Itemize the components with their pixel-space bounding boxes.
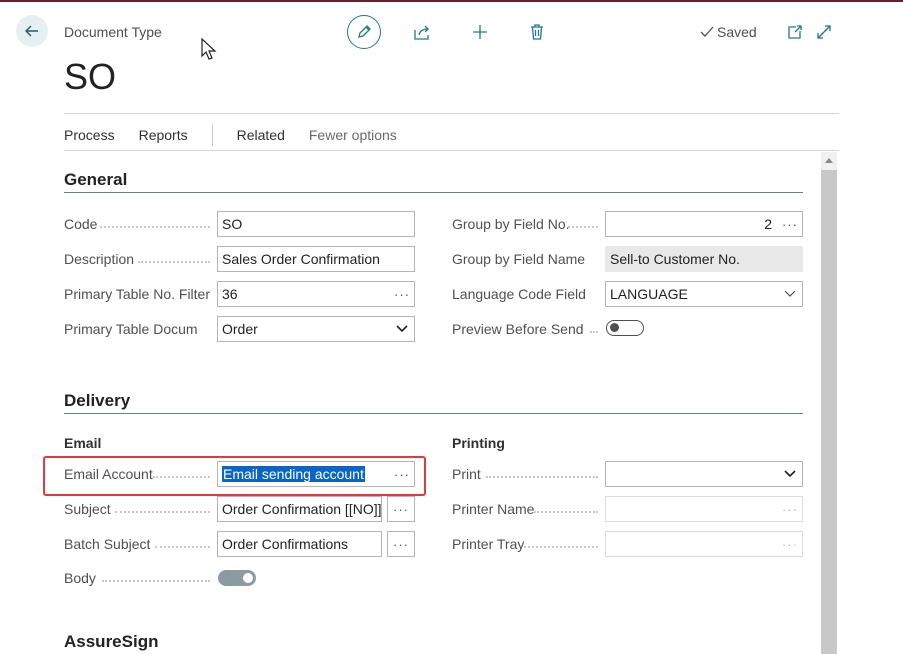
group-field-no-label: Group by Field No. (452, 216, 570, 232)
chevron-down-icon (778, 290, 802, 298)
printer-tray-label: Printer Tray (452, 536, 525, 552)
action-process[interactable]: Process (64, 127, 115, 143)
edit-button[interactable] (347, 15, 381, 49)
subject-leader (115, 510, 210, 513)
batch-subject-value: Order Confirmations (222, 536, 349, 552)
action-bar: Process Reports Related Fewer options (64, 124, 421, 146)
preview-leader (590, 330, 598, 333)
subject-assist-button[interactable]: ··· (387, 496, 415, 522)
preview-before-sending-toggle[interactable] (606, 320, 644, 336)
action-fewer-options[interactable]: Fewer options (309, 127, 397, 143)
code-field[interactable]: SO (217, 211, 415, 237)
action-bar-divider (64, 150, 839, 151)
section-assuresign-title[interactable]: AssureSign (64, 632, 158, 652)
new-button[interactable] (469, 21, 491, 43)
subject-value: Order Confirmation [[NO]] (222, 501, 381, 517)
caret-up-icon (825, 158, 833, 163)
batch-subject-field[interactable]: Order Confirmations (217, 531, 382, 557)
section-delivery-title[interactable]: Delivery (64, 391, 130, 411)
printer-tray-lookup-button[interactable]: ··· (778, 537, 802, 552)
code-leader (100, 225, 210, 228)
back-button[interactable] (16, 15, 48, 47)
body-label: Body (64, 570, 96, 586)
printer-name-label: Printer Name (452, 501, 535, 517)
action-reports[interactable]: Reports (139, 127, 188, 143)
share-button[interactable] (411, 21, 433, 43)
group-field-name-value: Sell-to Customer No. (610, 251, 740, 267)
trash-icon (531, 24, 543, 40)
print-select[interactable] (605, 461, 803, 487)
printing-subheading: Printing (452, 435, 505, 451)
delete-button[interactable] (526, 21, 548, 43)
description-value: Sales Order Confirmation (222, 251, 380, 267)
body-toggle[interactable] (218, 570, 256, 586)
primary-table-document-value: Order (222, 321, 258, 337)
expand-button[interactable] (813, 21, 835, 43)
primary-table-document-select[interactable]: Order (217, 316, 415, 342)
scrollbar-thumb[interactable] (821, 170, 837, 654)
batch-subject-assist-button[interactable]: ··· (387, 531, 415, 557)
chevron-down-icon (390, 325, 414, 333)
mouse-cursor-icon (201, 38, 217, 60)
expand-icon (817, 25, 831, 39)
printer-tray-field[interactable]: ··· (605, 531, 803, 557)
body-leader (102, 579, 210, 582)
printer-name-lookup-button[interactable]: ··· (778, 502, 802, 517)
saved-status: Saved (700, 24, 757, 40)
scroll-up-button[interactable] (821, 152, 837, 168)
page-title: SO (64, 56, 117, 97)
print-leader (486, 475, 598, 478)
toggle-knob (610, 323, 619, 332)
toggle-knob (243, 573, 253, 583)
open-in-new-window-icon (788, 25, 802, 39)
email-subheading: Email (64, 435, 102, 451)
checkmark-icon (700, 26, 714, 37)
batch-subject-label: Batch Subject (64, 536, 151, 552)
group-field-no-leader (568, 225, 598, 228)
section-general-title[interactable]: General (64, 170, 127, 190)
language-code-field-value: LANGUAGE (610, 286, 688, 302)
group-field-no-value: 2 (764, 216, 772, 232)
group-field-no-lookup-button[interactable]: ··· (778, 217, 802, 232)
printer-name-field[interactable]: ··· (605, 496, 803, 522)
primary-table-filter-field[interactable]: 36 ··· (217, 281, 415, 307)
group-field-no-field[interactable]: 2 ··· (605, 211, 803, 237)
open-new-window-button[interactable] (784, 21, 806, 43)
highlight-annotation (43, 456, 426, 496)
section-delivery-divider (64, 413, 803, 414)
header-divider (64, 113, 839, 114)
batch-subject-leader (155, 545, 210, 548)
chevron-down-icon (778, 470, 802, 478)
section-general-divider (64, 192, 803, 193)
code-label: Code (64, 216, 98, 232)
window-top-border (0, 0, 903, 2)
arrow-left-icon (25, 25, 38, 37)
share-icon (414, 25, 429, 40)
subject-label: Subject (64, 501, 111, 517)
description-label: Description (64, 251, 135, 267)
primary-table-lookup-button[interactable]: ··· (390, 287, 414, 302)
code-value: SO (222, 216, 243, 232)
page-caption: Document Type (64, 24, 162, 40)
printer-name-leader (534, 510, 598, 513)
description-leader (138, 260, 210, 263)
description-field[interactable]: Sales Order Confirmation (217, 246, 415, 272)
primary-table-filter-value: 36 (222, 286, 238, 302)
subject-field[interactable]: Order Confirmation [[NO]] (217, 496, 382, 522)
plus-icon (473, 25, 487, 39)
group-field-name-field: Sell-to Customer No. (605, 246, 803, 272)
action-related[interactable]: Related (237, 127, 285, 143)
primary-table-filter-label: Primary Table No. Filter (64, 286, 211, 302)
saved-label: Saved (717, 24, 757, 40)
action-separator (211, 124, 213, 146)
print-label: Print (452, 466, 481, 482)
group-field-name-label: Group by Field Name (452, 251, 586, 267)
preview-before-sending-label: Preview Before Sendi... (452, 321, 584, 337)
pencil-icon (358, 25, 371, 38)
language-code-field-select[interactable]: LANGUAGE (605, 281, 803, 307)
printer-tray-leader (524, 545, 598, 548)
primary-table-document-label: Primary Table Docum... (64, 321, 198, 337)
language-code-field-label: Language Code Field (452, 286, 586, 302)
